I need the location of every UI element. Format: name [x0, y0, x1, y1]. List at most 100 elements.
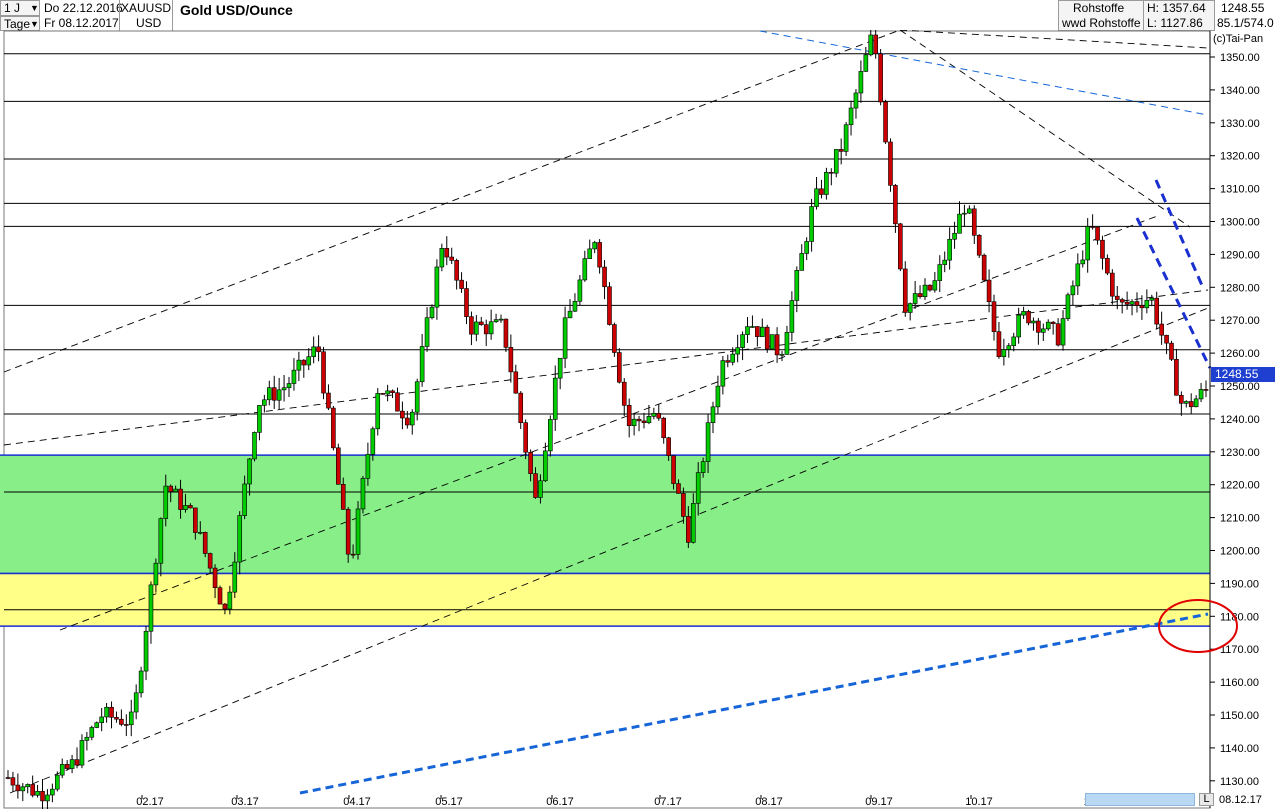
plot-frame [3, 30, 1211, 809]
y-axis: 1130.00 1140.00 1150.00 1160.00 1170.00 1180.… [1209, 31, 1260, 808]
candle-body [991, 301, 997, 332]
candle-body [1095, 226, 1100, 241]
candle-body [124, 724, 129, 726]
unit-selector[interactable]: Tage ▼ [0, 16, 40, 31]
candle-body [759, 326, 765, 337]
candle-body [1016, 314, 1021, 338]
trendline [899, 30, 1191, 228]
candle-body [390, 390, 395, 394]
unit-label: Tage [4, 17, 31, 31]
candle-body [316, 346, 321, 353]
candle-body [932, 280, 938, 291]
candle-body [794, 270, 800, 301]
source: wwd Rohstoffe [1062, 16, 1141, 30]
candle-body [1026, 311, 1031, 324]
candle-body [439, 248, 445, 268]
candle-body [809, 206, 814, 242]
candle-body [962, 212, 967, 215]
candle-body [819, 188, 824, 195]
x-tick-label: 10.17 [965, 796, 993, 808]
candle-body [242, 483, 247, 516]
y-tick-label: 1300.00 [1220, 217, 1260, 229]
y-tick-label: 1350.00 [1220, 52, 1260, 64]
y-tick-label: 1240.00 [1220, 414, 1260, 426]
x-tick-label: 06.17 [546, 796, 574, 808]
period-selector[interactable]: 1 J ▼ [0, 0, 40, 16]
candle-body [114, 717, 119, 720]
candle-body [730, 353, 736, 363]
candle-body [1041, 328, 1046, 333]
candle-body [483, 324, 489, 335]
candle-body [681, 493, 686, 517]
candle-body [385, 390, 390, 395]
candle-body [902, 268, 908, 313]
candle-body [419, 346, 425, 383]
candle-body [424, 317, 430, 347]
candle-body [883, 101, 888, 143]
candle-body [414, 381, 420, 413]
candle-body [646, 416, 652, 424]
scrollbar-end-button[interactable]: L [1199, 793, 1214, 806]
candle-body [626, 405, 632, 426]
header-divider [119, 0, 120, 31]
candle-body [907, 303, 913, 313]
candle-body [143, 630, 149, 672]
candle-body [1159, 323, 1164, 336]
candle-body [50, 788, 55, 796]
candle-body [222, 603, 228, 610]
candle-body [429, 306, 435, 319]
candle-body [705, 422, 711, 462]
candle-body [133, 692, 139, 713]
candle-body [1031, 320, 1036, 324]
candle-body [286, 383, 292, 389]
high-value: H: 1357.64 [1147, 1, 1206, 15]
candle-body [740, 334, 745, 348]
candle-body [1100, 239, 1105, 259]
candle-body [360, 478, 366, 510]
scrollbar-track[interactable] [1085, 793, 1195, 806]
candle-body [986, 279, 992, 303]
x-tick-label: 02.17 [136, 796, 164, 808]
category: Rohstoffe [1073, 1, 1125, 15]
trendline [899, 30, 1209, 49]
chevron-down-icon: ▼ [30, 3, 39, 13]
candles [5, 30, 1209, 809]
candle-body [804, 241, 809, 254]
candlestick-chart[interactable]: 1130.00 1140.00 1150.00 1160.00 1170.00 1180.… [0, 30, 1276, 809]
candle-body [276, 389, 282, 401]
candle-body [345, 509, 351, 555]
candle-body [1174, 359, 1179, 396]
candle-body [188, 505, 193, 509]
candle-body [917, 293, 923, 298]
y-tick-label: 1220.00 [1220, 480, 1260, 492]
candle-body [523, 422, 528, 453]
candle-body [271, 387, 277, 401]
candle-body [444, 248, 450, 258]
chevron-down-icon: ▼ [30, 19, 39, 29]
candle-body [686, 516, 691, 543]
candle-body [40, 791, 45, 802]
candle-body [99, 716, 104, 724]
candle-body [493, 319, 499, 323]
candle-body [543, 450, 548, 482]
candle-body [557, 357, 563, 379]
candle-body [217, 587, 223, 605]
candle-body [769, 334, 775, 350]
candle-body [789, 300, 795, 333]
candle-body [1085, 226, 1090, 261]
candle-body [868, 34, 874, 56]
candle-body [459, 279, 464, 289]
candle-body [779, 354, 785, 356]
candle-body [533, 473, 538, 498]
candle-body [1080, 259, 1086, 265]
candle-body [449, 256, 455, 261]
candle-body [528, 451, 533, 474]
y-tick-label: 1340.00 [1220, 85, 1260, 97]
candle-body [291, 369, 297, 384]
candle-body [301, 359, 307, 366]
candle-body [380, 393, 385, 395]
x-tick-label: 04.17 [343, 796, 371, 808]
candle-body [454, 260, 459, 281]
candle-body [1193, 398, 1199, 408]
candle-body [266, 387, 272, 401]
